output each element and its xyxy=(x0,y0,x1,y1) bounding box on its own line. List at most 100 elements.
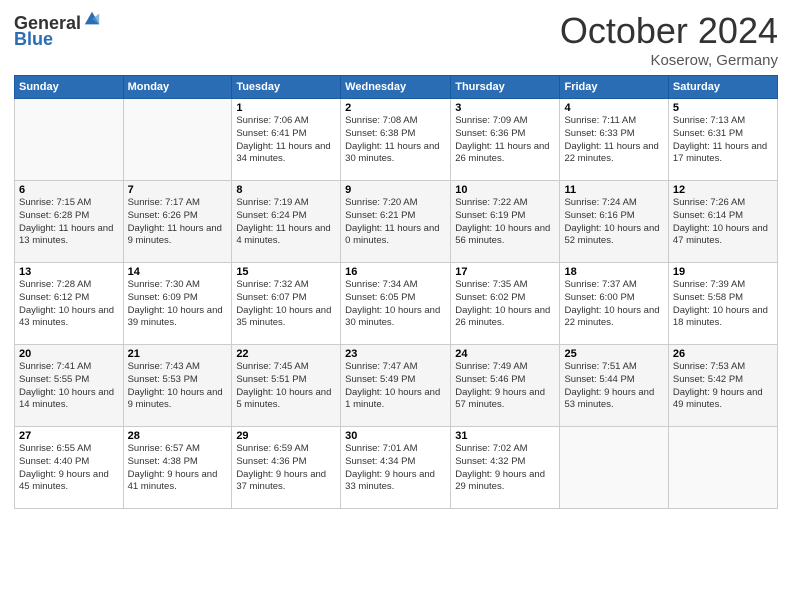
calendar-week-row: 6Sunrise: 7:15 AMSunset: 6:28 PMDaylight… xyxy=(15,181,778,263)
day-info: Sunrise: 6:59 AMSunset: 4:36 PMDaylight:… xyxy=(236,443,336,494)
calendar-cell: 15Sunrise: 7:32 AMSunset: 6:07 PMDayligh… xyxy=(232,263,341,345)
day-info: Sunrise: 6:55 AMSunset: 4:40 PMDaylight:… xyxy=(19,443,119,494)
calendar-cell: 14Sunrise: 7:30 AMSunset: 6:09 PMDayligh… xyxy=(123,263,232,345)
day-info: Sunrise: 7:17 AMSunset: 6:26 PMDaylight:… xyxy=(128,197,228,248)
day-number: 16 xyxy=(345,266,446,278)
weekday-header: Thursday xyxy=(451,76,560,99)
day-number: 11 xyxy=(564,184,663,196)
calendar-cell: 27Sunrise: 6:55 AMSunset: 4:40 PMDayligh… xyxy=(15,427,124,509)
calendar-cell: 4Sunrise: 7:11 AMSunset: 6:33 PMDaylight… xyxy=(560,99,668,181)
logo: General Blue xyxy=(14,14,101,50)
calendar-cell: 5Sunrise: 7:13 AMSunset: 6:31 PMDaylight… xyxy=(668,99,777,181)
day-number: 5 xyxy=(673,102,773,114)
calendar-cell: 7Sunrise: 7:17 AMSunset: 6:26 PMDaylight… xyxy=(123,181,232,263)
calendar-cell: 21Sunrise: 7:43 AMSunset: 5:53 PMDayligh… xyxy=(123,345,232,427)
day-number: 30 xyxy=(345,430,446,442)
day-number: 26 xyxy=(673,348,773,360)
location: Koserow, Germany xyxy=(560,52,778,69)
day-number: 9 xyxy=(345,184,446,196)
day-info: Sunrise: 7:51 AMSunset: 5:44 PMDaylight:… xyxy=(564,361,663,412)
day-info: Sunrise: 7:37 AMSunset: 6:00 PMDaylight:… xyxy=(564,279,663,330)
day-info: Sunrise: 7:39 AMSunset: 5:58 PMDaylight:… xyxy=(673,279,773,330)
calendar-cell: 16Sunrise: 7:34 AMSunset: 6:05 PMDayligh… xyxy=(341,263,451,345)
day-info: Sunrise: 7:34 AMSunset: 6:05 PMDaylight:… xyxy=(345,279,446,330)
calendar-table: SundayMondayTuesdayWednesdayThursdayFrid… xyxy=(14,75,778,509)
day-number: 18 xyxy=(564,266,663,278)
day-info: Sunrise: 6:57 AMSunset: 4:38 PMDaylight:… xyxy=(128,443,228,494)
day-info: Sunrise: 7:22 AMSunset: 6:19 PMDaylight:… xyxy=(455,197,555,248)
title-block: October 2024 Koserow, Germany xyxy=(560,10,778,69)
day-number: 29 xyxy=(236,430,336,442)
day-info: Sunrise: 7:49 AMSunset: 5:46 PMDaylight:… xyxy=(455,361,555,412)
day-number: 28 xyxy=(128,430,228,442)
day-info: Sunrise: 7:09 AMSunset: 6:36 PMDaylight:… xyxy=(455,115,555,166)
calendar-cell xyxy=(668,427,777,509)
day-info: Sunrise: 7:41 AMSunset: 5:55 PMDaylight:… xyxy=(19,361,119,412)
day-number: 3 xyxy=(455,102,555,114)
day-number: 12 xyxy=(673,184,773,196)
weekday-header: Friday xyxy=(560,76,668,99)
month-title: October 2024 xyxy=(560,10,778,52)
calendar-cell: 12Sunrise: 7:26 AMSunset: 6:14 PMDayligh… xyxy=(668,181,777,263)
calendar-cell: 9Sunrise: 7:20 AMSunset: 6:21 PMDaylight… xyxy=(341,181,451,263)
calendar-cell: 30Sunrise: 7:01 AMSunset: 4:34 PMDayligh… xyxy=(341,427,451,509)
day-number: 10 xyxy=(455,184,555,196)
calendar-cell: 17Sunrise: 7:35 AMSunset: 6:02 PMDayligh… xyxy=(451,263,560,345)
calendar-cell: 8Sunrise: 7:19 AMSunset: 6:24 PMDaylight… xyxy=(232,181,341,263)
day-info: Sunrise: 7:26 AMSunset: 6:14 PMDaylight:… xyxy=(673,197,773,248)
day-number: 21 xyxy=(128,348,228,360)
day-info: Sunrise: 7:15 AMSunset: 6:28 PMDaylight:… xyxy=(19,197,119,248)
day-number: 2 xyxy=(345,102,446,114)
day-number: 14 xyxy=(128,266,228,278)
weekday-header: Saturday xyxy=(668,76,777,99)
day-number: 8 xyxy=(236,184,336,196)
calendar-cell: 23Sunrise: 7:47 AMSunset: 5:49 PMDayligh… xyxy=(341,345,451,427)
calendar-cell: 6Sunrise: 7:15 AMSunset: 6:28 PMDaylight… xyxy=(15,181,124,263)
weekday-header: Wednesday xyxy=(341,76,451,99)
day-number: 23 xyxy=(345,348,446,360)
day-info: Sunrise: 7:30 AMSunset: 6:09 PMDaylight:… xyxy=(128,279,228,330)
calendar-cell xyxy=(123,99,232,181)
day-info: Sunrise: 7:01 AMSunset: 4:34 PMDaylight:… xyxy=(345,443,446,494)
day-info: Sunrise: 7:43 AMSunset: 5:53 PMDaylight:… xyxy=(128,361,228,412)
day-info: Sunrise: 7:47 AMSunset: 5:49 PMDaylight:… xyxy=(345,361,446,412)
calendar-cell: 2Sunrise: 7:08 AMSunset: 6:38 PMDaylight… xyxy=(341,99,451,181)
day-info: Sunrise: 7:28 AMSunset: 6:12 PMDaylight:… xyxy=(19,279,119,330)
calendar-cell: 1Sunrise: 7:06 AMSunset: 6:41 PMDaylight… xyxy=(232,99,341,181)
day-number: 17 xyxy=(455,266,555,278)
calendar-week-row: 13Sunrise: 7:28 AMSunset: 6:12 PMDayligh… xyxy=(15,263,778,345)
calendar-cell: 24Sunrise: 7:49 AMSunset: 5:46 PMDayligh… xyxy=(451,345,560,427)
day-info: Sunrise: 7:35 AMSunset: 6:02 PMDaylight:… xyxy=(455,279,555,330)
day-number: 24 xyxy=(455,348,555,360)
calendar-cell xyxy=(15,99,124,181)
weekday-header: Monday xyxy=(123,76,232,99)
day-number: 1 xyxy=(236,102,336,114)
calendar-cell: 29Sunrise: 6:59 AMSunset: 4:36 PMDayligh… xyxy=(232,427,341,509)
day-number: 6 xyxy=(19,184,119,196)
day-number: 13 xyxy=(19,266,119,278)
day-info: Sunrise: 7:32 AMSunset: 6:07 PMDaylight:… xyxy=(236,279,336,330)
day-info: Sunrise: 7:06 AMSunset: 6:41 PMDaylight:… xyxy=(236,115,336,166)
calendar-cell xyxy=(560,427,668,509)
calendar-cell: 28Sunrise: 6:57 AMSunset: 4:38 PMDayligh… xyxy=(123,427,232,509)
calendar-cell: 25Sunrise: 7:51 AMSunset: 5:44 PMDayligh… xyxy=(560,345,668,427)
day-number: 31 xyxy=(455,430,555,442)
calendar-week-row: 1Sunrise: 7:06 AMSunset: 6:41 PMDaylight… xyxy=(15,99,778,181)
day-number: 20 xyxy=(19,348,119,360)
calendar-header-row: SundayMondayTuesdayWednesdayThursdayFrid… xyxy=(15,76,778,99)
day-number: 25 xyxy=(564,348,663,360)
weekday-header: Sunday xyxy=(15,76,124,99)
calendar-cell: 19Sunrise: 7:39 AMSunset: 5:58 PMDayligh… xyxy=(668,263,777,345)
day-number: 4 xyxy=(564,102,663,114)
day-info: Sunrise: 7:13 AMSunset: 6:31 PMDaylight:… xyxy=(673,115,773,166)
day-info: Sunrise: 7:02 AMSunset: 4:32 PMDaylight:… xyxy=(455,443,555,494)
calendar-week-row: 20Sunrise: 7:41 AMSunset: 5:55 PMDayligh… xyxy=(15,345,778,427)
day-info: Sunrise: 7:20 AMSunset: 6:21 PMDaylight:… xyxy=(345,197,446,248)
calendar-cell: 10Sunrise: 7:22 AMSunset: 6:19 PMDayligh… xyxy=(451,181,560,263)
day-info: Sunrise: 7:45 AMSunset: 5:51 PMDaylight:… xyxy=(236,361,336,412)
day-number: 7 xyxy=(128,184,228,196)
day-info: Sunrise: 7:53 AMSunset: 5:42 PMDaylight:… xyxy=(673,361,773,412)
day-info: Sunrise: 7:08 AMSunset: 6:38 PMDaylight:… xyxy=(345,115,446,166)
calendar-cell: 22Sunrise: 7:45 AMSunset: 5:51 PMDayligh… xyxy=(232,345,341,427)
calendar-cell: 20Sunrise: 7:41 AMSunset: 5:55 PMDayligh… xyxy=(15,345,124,427)
